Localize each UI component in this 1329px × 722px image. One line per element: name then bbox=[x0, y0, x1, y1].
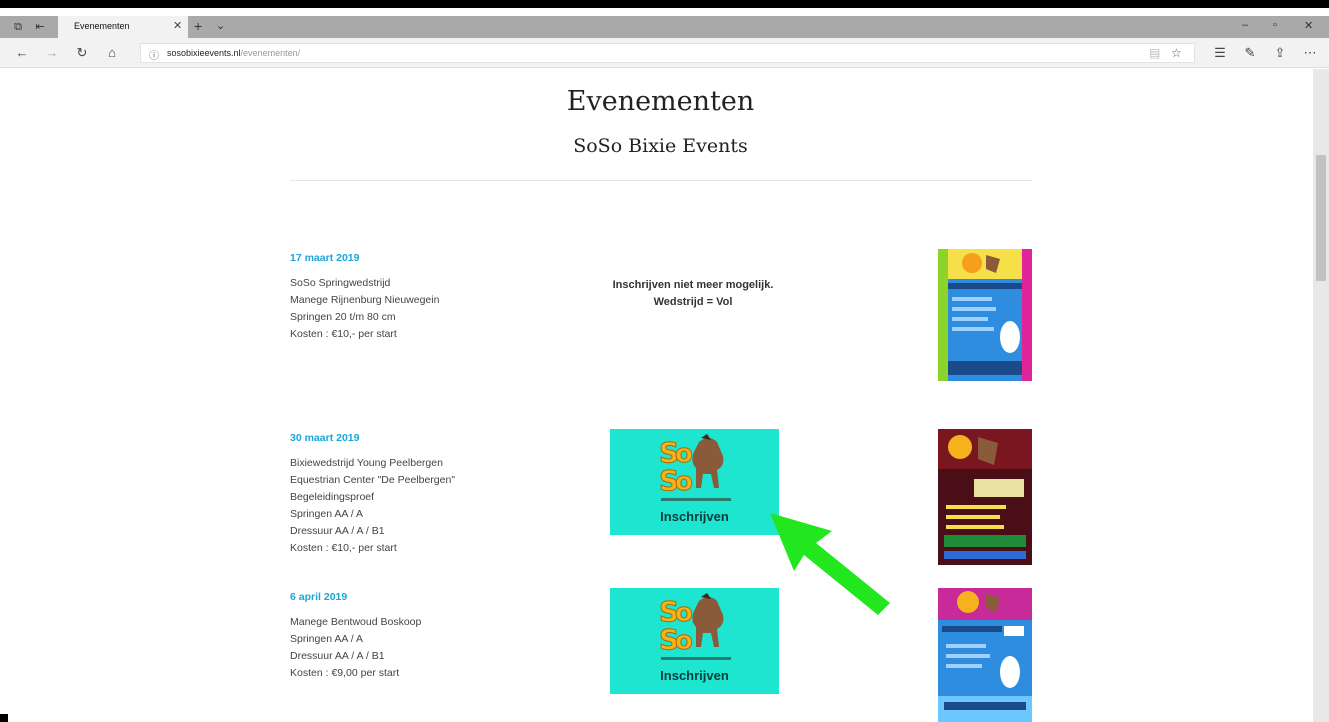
page-content: Evenementen SoSo Bixie Events 17 maart 2… bbox=[8, 69, 1313, 722]
svg-text:o: o bbox=[675, 626, 693, 656]
event-item: 6 april 2019 Manege Bentwoud Boskoop Spr… bbox=[290, 591, 620, 682]
event-detail: Dressuur AA / A / B1 bbox=[290, 525, 385, 537]
event-item: 30 maart 2019 Bixiewedstrijd Young Peelb… bbox=[290, 432, 620, 557]
scrollbar[interactable] bbox=[1313, 69, 1329, 722]
event-date: 17 maart 2019 bbox=[290, 252, 360, 264]
page-title: Evenementen bbox=[566, 86, 755, 117]
tab-evenementen[interactable]: Evenementen ✕ bbox=[58, 16, 188, 38]
event-detail: Kosten : €9,00 per start bbox=[290, 667, 400, 679]
url-host: sosobixieevents.nl bbox=[167, 48, 241, 58]
poster-image bbox=[938, 429, 1032, 565]
event-date: 6 april 2019 bbox=[290, 591, 348, 603]
tab-actions-icon[interactable]: ⧉ bbox=[10, 19, 26, 35]
event-detail: Dressuur AA / A / B1 bbox=[290, 650, 385, 662]
share-icon[interactable]: ⇪ bbox=[1272, 45, 1288, 61]
event-detail: Kosten : €10,- per start bbox=[290, 542, 397, 554]
soso-logo: S o S o bbox=[659, 434, 731, 501]
navigation-bar: ← → ↻ ⌂ ⓘ sosobixieevents.nl/evenementen… bbox=[0, 38, 1329, 68]
soso-logo: S o S o bbox=[659, 593, 731, 660]
pen-icon[interactable]: ✎ bbox=[1242, 45, 1258, 61]
tab-title: Evenementen bbox=[74, 21, 130, 31]
event-detail: Springen 20 t/m 80 cm bbox=[290, 311, 396, 323]
register-button[interactable]: S o S o Inschrijven bbox=[610, 429, 779, 535]
tab-bar: ⧉ ⇤ Evenementen ✕ + ⌄ – ▫ ✕ bbox=[0, 16, 1329, 38]
status-line: Inschrijven niet meer mogelijk. bbox=[612, 279, 774, 291]
event-detail: Springen AA / A bbox=[290, 633, 363, 645]
status-line: Wedstrijd = Vol bbox=[653, 296, 733, 308]
event-detail: Springen AA / A bbox=[290, 508, 363, 520]
plus-icon[interactable]: + bbox=[194, 18, 202, 34]
register-button[interactable]: S o S o Inschrijven bbox=[610, 588, 779, 694]
event-detail: Bixiewedstrijd Young Peelbergen bbox=[290, 457, 443, 469]
event-poster[interactable] bbox=[938, 249, 1032, 381]
address-bar[interactable]: ⓘ sosobixieevents.nl/evenementen/ ▤ ☆ bbox=[140, 43, 1195, 63]
favorites-icon[interactable]: ☰ bbox=[1212, 45, 1228, 61]
restore-icon[interactable]: ▫ bbox=[1273, 19, 1277, 31]
event-poster[interactable] bbox=[938, 429, 1032, 565]
info-icon[interactable]: ⓘ bbox=[149, 47, 159, 62]
close-window-icon[interactable]: ✕ bbox=[1304, 19, 1313, 32]
url-text: sosobixieevents.nl/evenementen/ bbox=[167, 48, 300, 58]
arrow-pointer-icon bbox=[770, 513, 890, 615]
reading-view-icon[interactable]: ▤ bbox=[1149, 46, 1160, 60]
event-detail: Manege Bentwoud Boskoop bbox=[290, 616, 422, 628]
home-icon[interactable]: ⌂ bbox=[104, 45, 120, 61]
close-icon[interactable]: ✕ bbox=[173, 19, 182, 32]
poster-image bbox=[938, 588, 1032, 722]
event-poster[interactable] bbox=[938, 588, 1032, 722]
event-detail: Equestrian Center "De Peelbergen" bbox=[290, 474, 456, 486]
forward-icon[interactable]: → bbox=[44, 45, 60, 61]
url-path: /evenementen/ bbox=[240, 48, 301, 58]
register-button-label: Inschrijven bbox=[660, 668, 729, 683]
event-detail: Begeleidingsproef bbox=[290, 491, 375, 503]
more-icon[interactable]: ⋯ bbox=[1302, 45, 1318, 61]
refresh-icon[interactable]: ↻ bbox=[74, 45, 90, 61]
scrollbar-thumb[interactable] bbox=[1316, 155, 1326, 281]
poster-image bbox=[938, 249, 1032, 381]
chevron-down-icon[interactable]: ⌄ bbox=[216, 19, 225, 32]
divider bbox=[290, 180, 1032, 181]
registration-closed-message: Inschrijven niet meer mogelijk. Wedstrij… bbox=[568, 277, 818, 311]
browser-window: ⧉ ⇤ Evenementen ✕ + ⌄ – ▫ ✕ ← → ↻ ⌂ ⓘ so… bbox=[0, 0, 1329, 722]
back-icon[interactable]: ← bbox=[14, 45, 30, 61]
star-icon[interactable]: ☆ bbox=[1171, 46, 1182, 60]
page-subtitle: SoSo Bixie Events bbox=[573, 135, 748, 157]
tab-aside-icon[interactable]: ⇤ bbox=[32, 19, 48, 35]
svg-text:o: o bbox=[675, 467, 693, 497]
event-date: 30 maart 2019 bbox=[290, 432, 360, 444]
event-detail: Kosten : €10,- per start bbox=[290, 328, 397, 340]
minimize-icon[interactable]: – bbox=[1242, 19, 1248, 31]
register-button-label: Inschrijven bbox=[660, 509, 729, 524]
